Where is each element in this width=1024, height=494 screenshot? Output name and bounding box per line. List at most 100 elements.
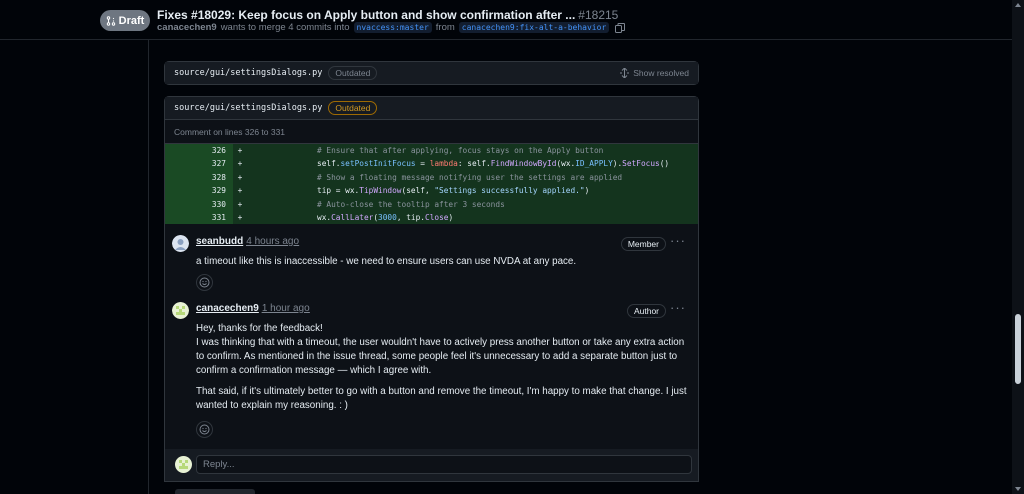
comment-paragraph: a timeout like this is inaccessible - we… [196, 256, 577, 267]
code-token: ). [612, 159, 623, 169]
code-line: # Show a floating message notifying user… [247, 170, 698, 185]
code-token: SetFocus [622, 159, 660, 169]
comment-body: a timeout like this is inaccessible - we… [196, 255, 690, 269]
code-token: setPostInitFocus [340, 159, 416, 169]
next-item-stub [175, 489, 255, 494]
diff-line: 326 + # Ensure that after applying, focu… [165, 144, 698, 158]
pr-title-text: Fixes #18029: Keep focus on Apply button… [157, 8, 576, 22]
scroll-thumb[interactable] [1015, 314, 1021, 384]
diff-hunk: 326 + # Ensure that after applying, focu… [165, 143, 698, 225]
code-token: FindWindowById [490, 159, 557, 169]
code-token: 3000 [378, 212, 397, 222]
comment-author[interactable]: canacechen9 1 hour ago [196, 303, 310, 314]
author-name[interactable]: canacechen9 [196, 303, 259, 314]
file-header: source/gui/settingsDialogs.py Outdated [165, 97, 698, 119]
draft-badge: Draft [100, 10, 150, 31]
diff-sign: + [233, 197, 247, 211]
role-badge: Member [620, 237, 666, 251]
code-token: ) [584, 186, 590, 196]
code-token: "Settings successfully applied." [434, 186, 585, 196]
file-header: source/gui/settingsDialogs.py Outdated S… [165, 62, 698, 84]
head-branch[interactable]: canacechen9:fix-alt-a-behavior [458, 22, 610, 33]
line-number[interactable]: 329 [165, 184, 233, 198]
code-token: ) [448, 212, 454, 222]
code-token: wx. [317, 212, 332, 222]
code-comment: # Ensure that after applying, focus stay… [317, 146, 604, 155]
diff-line: 329 + tip = wx.TipWindow(self, "Settings… [165, 184, 698, 198]
code-line: # Auto-close the tooltip after 3 seconds [247, 197, 698, 211]
add-reaction-button[interactable] [196, 274, 213, 291]
line-number[interactable]: 327 [165, 157, 233, 171]
code-token: (self, [401, 186, 435, 196]
code-token: () [659, 159, 670, 169]
timeline-line [148, 40, 149, 494]
pr-number: #18215 [578, 8, 619, 22]
outdated-badge: Outdated [328, 66, 378, 80]
comment-paragraph: Hey, thanks for the feedback! [196, 323, 323, 334]
avatar [175, 456, 192, 473]
file-name[interactable]: source/gui/settingsDialogs.py [174, 68, 322, 78]
file-name[interactable]: source/gui/settingsDialogs.py [174, 103, 322, 113]
comment-on-lines: Comment on lines 326 to 331 [165, 119, 698, 143]
code-token: tip = wx. [317, 186, 360, 196]
smiley-icon [199, 277, 210, 288]
code-token: = [415, 159, 430, 169]
diff-sign: + [233, 210, 247, 225]
code-token: lambda [429, 159, 458, 169]
scroll-down-icon[interactable] [1015, 487, 1021, 491]
code-token: CallLater [331, 212, 374, 222]
kebab-menu-icon[interactable]: ··· [670, 300, 686, 315]
author-name[interactable]: seanbudd [196, 236, 243, 247]
review-comment: seanbudd 4 hours ago Member ··· a timeout… [172, 233, 692, 292]
avatar[interactable] [172, 235, 189, 252]
from-text: from [435, 22, 455, 33]
code-token: ID_APPLY [575, 159, 613, 169]
reply-input[interactable]: Reply... [196, 455, 692, 474]
avatar[interactable] [172, 302, 189, 319]
code-line: tip = wx.TipWindow(self, "Settings succe… [247, 184, 698, 198]
code-token: TipWindow [359, 186, 402, 196]
git-pull-request-draft-icon [106, 15, 115, 26]
page-scrollbar[interactable] [1012, 0, 1024, 494]
code-comment: # Show a floating message notifying user… [317, 172, 623, 182]
code-line: wx.CallLater(3000, tip.Close) [247, 210, 698, 225]
diff-line: 327 + self.setPostInitFocus = lambda: se… [165, 157, 698, 171]
role-badge: Author [626, 304, 666, 318]
unfold-icon [620, 68, 630, 78]
code-line: self.setPostInitFocus = lambda: self.Fin… [247, 157, 698, 171]
diff-sign: + [233, 157, 247, 171]
copy-icon[interactable] [615, 22, 626, 33]
kebab-menu-icon[interactable]: ··· [670, 233, 686, 248]
show-resolved-label: Show resolved [633, 68, 689, 78]
scroll-up-icon[interactable] [1015, 3, 1021, 7]
code-token: self. [317, 159, 341, 169]
base-branch[interactable]: nvaccess:master [353, 22, 432, 33]
comment-author[interactable]: seanbudd 4 hours ago [196, 236, 299, 247]
pr-header: Draft Fixes #18029: Keep focus on Apply … [0, 0, 1024, 40]
pr-meta: canacechen9 wants to merge 4 commits int… [157, 22, 626, 33]
code-line: # Ensure that after applying, focus stay… [247, 144, 698, 158]
line-number[interactable]: 330 [165, 197, 233, 211]
line-number[interactable]: 326 [165, 144, 233, 158]
code-token: (wx. [556, 159, 576, 169]
line-number[interactable]: 328 [165, 170, 233, 185]
comment-paragraph: That said, if it's ultimately better to … [196, 386, 687, 411]
code-token: : self. [457, 159, 491, 169]
diff-sign: + [233, 184, 247, 198]
comment-timestamp[interactable]: 1 hour ago [262, 303, 310, 314]
line-number[interactable]: 331 [165, 210, 233, 225]
code-token: Close [425, 212, 449, 222]
show-resolved-button[interactable]: Show resolved [620, 68, 689, 78]
diff-line: 331 + wx.CallLater(3000, tip.Close) [165, 210, 698, 225]
reply-bar: Reply... [164, 449, 699, 482]
comment-body: Hey, thanks for the feedback! I was thin… [196, 322, 690, 413]
diff-line: 328 + # Show a floating message notifyin… [165, 170, 698, 185]
comment-timestamp[interactable]: 4 hours ago [246, 236, 299, 247]
diff-sign: + [233, 144, 247, 158]
pr-author-link[interactable]: canacechen9 [157, 22, 217, 33]
code-comment: # Auto-close the tooltip after 3 seconds [317, 199, 505, 209]
merge-text: wants to merge 4 commits into [220, 22, 350, 33]
outdated-badge: Outdated [328, 101, 378, 115]
smiley-icon [199, 424, 210, 435]
add-reaction-button[interactable] [196, 421, 213, 438]
